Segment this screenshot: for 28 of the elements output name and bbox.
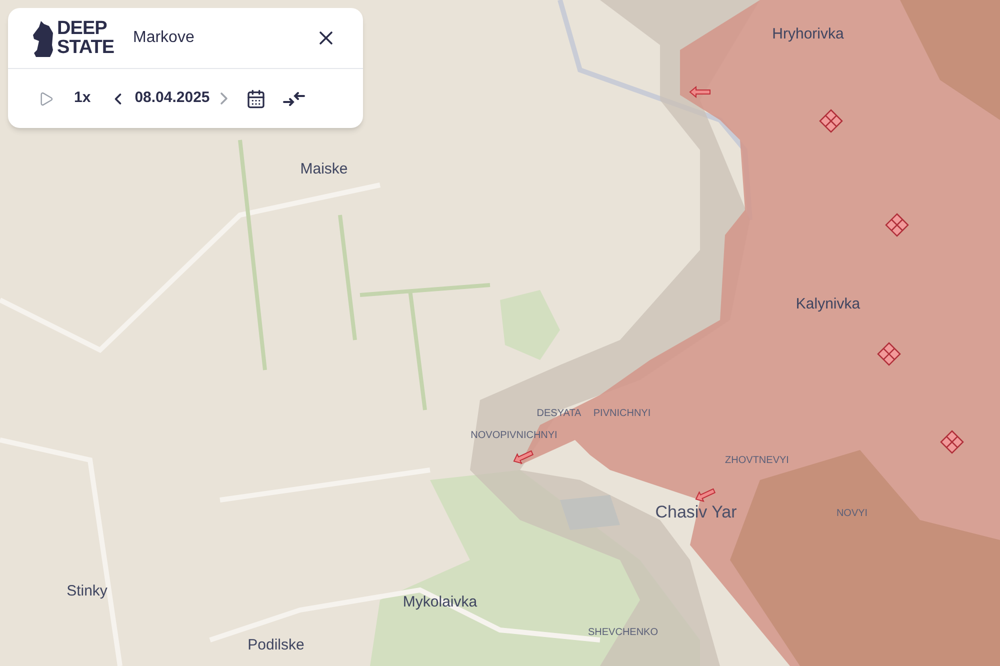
date-label: 08.04.2025 <box>134 88 210 108</box>
diamond-grid-icon <box>819 109 843 133</box>
logo-text: DEEP STATE <box>57 19 116 57</box>
place-label: SHEVCHENKO <box>588 628 658 638</box>
place-label: Mykolaivka <box>402 594 478 610</box>
speed-button[interactable]: 1x <box>74 87 91 110</box>
play-button[interactable] <box>38 90 54 106</box>
diamond-grid-icon <box>877 342 901 366</box>
calendar-icon <box>246 88 266 108</box>
chevron-right-icon <box>220 92 228 105</box>
knight-logo-icon <box>32 19 54 57</box>
arrow-icon <box>688 85 712 99</box>
diamond-grid-icon <box>885 213 909 237</box>
place-label: Stinky <box>66 584 108 598</box>
place-label: DESYATA <box>536 409 582 419</box>
place-label: Hryhorivka <box>772 26 844 42</box>
place-label: Maiske <box>300 162 348 176</box>
diamond-grid-icon <box>940 430 964 454</box>
calendar-button[interactable] <box>246 88 266 108</box>
place-label: NOVYI <box>836 509 868 519</box>
place-name: Markove <box>133 28 194 48</box>
place-label: Podilske <box>248 638 304 652</box>
place-label: ZHOVTNEVYI <box>725 456 789 466</box>
place-label: NOVOPIVNICHNYI <box>470 431 558 441</box>
place-label: Kalynivka <box>796 296 860 312</box>
place-label: Chasiv Yar <box>655 504 737 520</box>
play-icon <box>38 90 54 106</box>
place-label: PIVNICHNYI <box>593 409 651 419</box>
